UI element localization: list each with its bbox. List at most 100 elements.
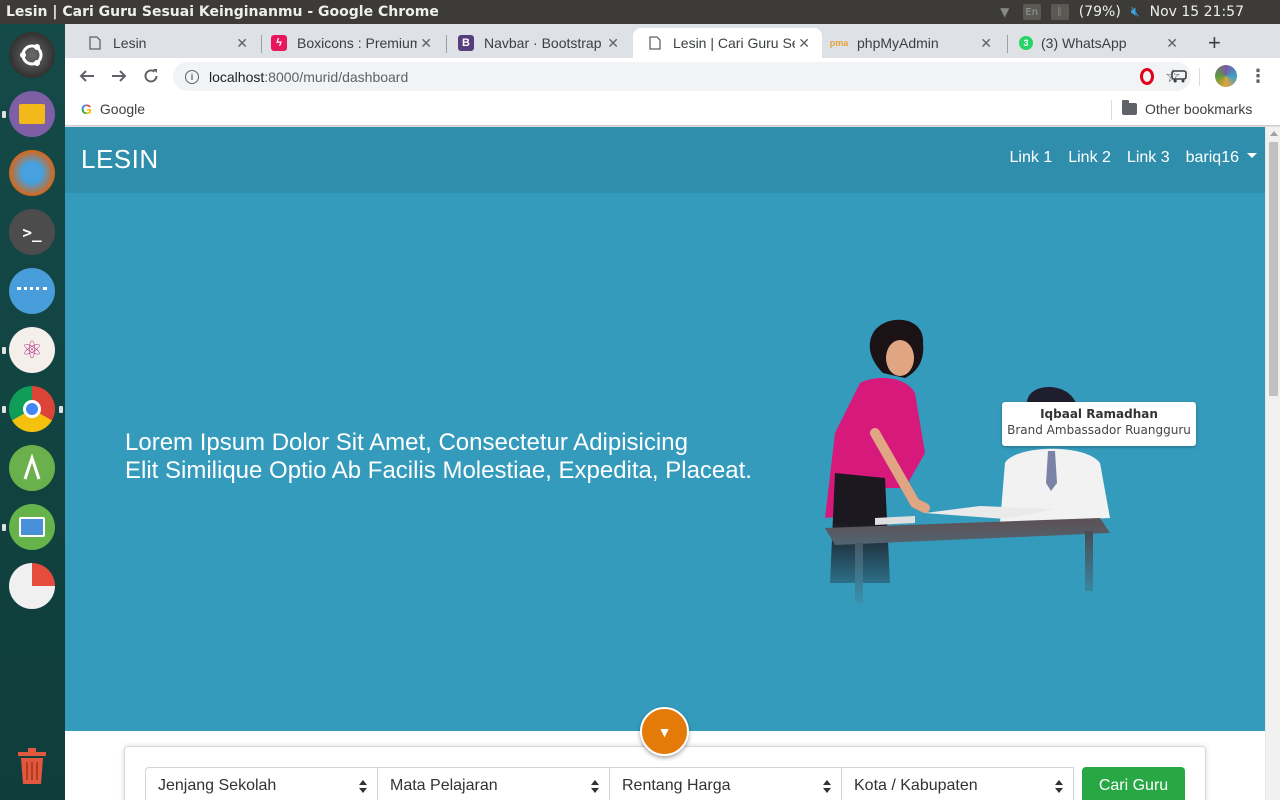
site-navbar: LESIN Link 1 Link 2 Link 3 bariq16 (65, 127, 1265, 193)
select-arrows-icon (1055, 780, 1063, 794)
harga-select[interactable]: Rentang Harga (609, 767, 842, 800)
url-path: :8000/murid/dashboard (264, 68, 409, 85)
tab-bootstrap[interactable]: B Navbar · Bootstrap ✕ (438, 28, 631, 58)
url-host: localhost (209, 68, 265, 85)
firefox-icon[interactable] (9, 150, 55, 196)
select-value: Rentang Harga (622, 777, 731, 794)
hero-section: Lorem Ipsum Dolor Sit Amet, Consectetur … (65, 193, 1265, 731)
address-bar[interactable]: i localhost:8000/murid/dashboard ☆ (173, 62, 1191, 91)
tab-phpmyadmin[interactable]: pma phpMyAdmin ✕ (811, 28, 1004, 58)
ambassador-badge: Iqbaal Ramadhan Brand Ambassador Ruanggu… (1002, 402, 1196, 446)
chrome-menu-icon[interactable]: ⋮ (1249, 66, 1267, 86)
site-info-icon[interactable]: i (185, 69, 199, 84)
caret-down-icon (1247, 153, 1257, 159)
scroll-up-icon[interactable] (1270, 131, 1278, 136)
cari-guru-button[interactable]: Cari Guru (1082, 767, 1185, 800)
kota-select[interactable]: Kota / Kabupaten (841, 767, 1074, 800)
arrow-down-icon: ▼ (657, 723, 672, 740)
nav-link-2[interactable]: Link 2 (1068, 149, 1111, 167)
bootstrap-icon: B (458, 35, 474, 51)
jenjang-select[interactable]: Jenjang Sekolah (145, 767, 378, 800)
window-title: Lesin | Cari Guru Sesuai Keinginanmu - G… (6, 4, 439, 20)
new-tab-button[interactable]: + (1208, 30, 1221, 56)
tab-label: Lesin (113, 35, 147, 51)
page-icon (647, 35, 663, 51)
close-tab-icon[interactable]: ✕ (420, 35, 432, 52)
select-arrows-icon (359, 780, 367, 794)
select-value: Jenjang Sekolah (158, 777, 277, 794)
bookmark-label: Other bookmarks (1145, 101, 1253, 117)
disk-usage-icon[interactable] (9, 563, 55, 609)
os-top-bar: Lesin | Cari Guru Sesuai Keinginanmu - G… (0, 0, 1280, 24)
atom-editor-icon[interactable]: ⚛ (9, 327, 55, 373)
forward-button[interactable] (107, 64, 131, 88)
brand-logo[interactable]: LESIN (81, 144, 159, 175)
other-bookmarks[interactable]: Other bookmarks (1122, 100, 1253, 117)
reload-button[interactable] (139, 64, 163, 88)
bookmark-label: Google (99, 101, 146, 117)
image-viewer-icon[interactable] (9, 504, 55, 550)
android-studio-icon[interactable] (9, 445, 55, 491)
page-icon (87, 35, 103, 51)
hero-illustration (765, 313, 1205, 613)
scroll-down-button[interactable]: ▼ (640, 707, 689, 756)
cast-extension-icon[interactable] (1170, 67, 1188, 85)
tab-label: phpMyAdmin (857, 35, 939, 51)
select-value: Kota / Kabupaten (854, 777, 978, 794)
ubuntu-dash-icon[interactable] (9, 32, 55, 78)
scrollbar-thumb[interactable] (1269, 142, 1278, 396)
nav-links: Link 1 Link 2 Link 3 bariq16 (1010, 149, 1257, 167)
tab-label: Boxicons : Premium (297, 35, 417, 51)
page-scrollbar[interactable] (1265, 127, 1280, 800)
folder-icon (1122, 100, 1137, 115)
phpmyadmin-icon: pma (829, 38, 849, 48)
badge-role: Brand Ambassador Ruangguru (1007, 423, 1191, 437)
close-tab-icon[interactable]: ✕ (607, 35, 619, 52)
bookmarks-bar: G Google Other bookmarks (65, 95, 1280, 126)
close-tab-icon[interactable]: ✕ (1166, 35, 1178, 52)
workspace-switcher-icon[interactable] (9, 268, 55, 314)
select-value: Mata Pelajaran (390, 777, 498, 794)
opera-extension-icon[interactable] (1138, 67, 1156, 85)
close-tab-icon[interactable]: ✕ (236, 35, 248, 52)
profile-avatar[interactable] (1215, 65, 1237, 87)
tab-strip: Lesin ✕ ϟ Boxicons : Premium ✕ B Navbar … (65, 24, 1280, 58)
terminal-icon[interactable]: >_ (9, 209, 55, 255)
bluetooth-icon[interactable]: ᛒ (1050, 4, 1069, 20)
trash-icon[interactable] (16, 747, 48, 785)
username: bariq16 (1185, 149, 1239, 166)
hero-line-2: Elit Similique Optio Ab Facilis Molestia… (125, 457, 752, 484)
bookmark-google[interactable]: G Google (81, 101, 145, 117)
hero-headline: Lorem Ipsum Dolor Sit Amet, Consectetur … (125, 429, 785, 485)
tab-label: Lesin | Cari Guru Sesuai (673, 35, 795, 51)
boxicons-icon: ϟ (271, 35, 287, 51)
tab-lesin-active[interactable]: Lesin | Cari Guru Sesuai ✕ (633, 28, 822, 58)
tab-label: (3) WhatsApp (1041, 35, 1127, 51)
hero-line-1: Lorem Ipsum Dolor Sit Amet, Consectetur … (125, 429, 688, 456)
select-arrows-icon (823, 780, 831, 794)
keyboard-layout-icon[interactable]: En (1022, 4, 1041, 20)
battery-indicator[interactable]: (79%) (1079, 4, 1121, 20)
user-dropdown[interactable]: bariq16 (1186, 149, 1257, 167)
files-icon[interactable] (9, 91, 55, 137)
clock[interactable]: Nov 15 21:57 (1150, 4, 1244, 20)
badge-name: Iqbaal Ramadhan (1040, 407, 1158, 421)
close-tab-icon[interactable]: ✕ (980, 35, 992, 52)
close-tab-icon[interactable]: ✕ (798, 35, 810, 52)
tab-boxicons[interactable]: ϟ Boxicons : Premium ✕ (251, 28, 444, 58)
tab-lesin[interactable]: Lesin ✕ (67, 28, 260, 58)
tab-label: Navbar · Bootstrap (484, 35, 602, 51)
google-icon: G (81, 101, 92, 117)
nav-link-1[interactable]: Link 1 (1010, 149, 1053, 167)
tab-whatsapp[interactable]: 3 (3) WhatsApp ✕ (997, 28, 1190, 58)
select-arrows-icon (591, 780, 599, 794)
wifi-icon[interactable]: ▼ (997, 4, 1013, 20)
browser-toolbar: i localhost:8000/murid/dashboard ☆ ⋮ (65, 58, 1280, 95)
volume-muted-icon[interactable]: 🔇︎ (1131, 4, 1140, 20)
back-button[interactable] (75, 64, 99, 88)
launcher: >_ ⚛ (0, 24, 65, 800)
mapel-select[interactable]: Mata Pelajaran (377, 767, 610, 800)
nav-link-3[interactable]: Link 3 (1127, 149, 1170, 167)
whatsapp-icon: 3 (1019, 36, 1033, 50)
chrome-icon[interactable] (9, 386, 55, 432)
